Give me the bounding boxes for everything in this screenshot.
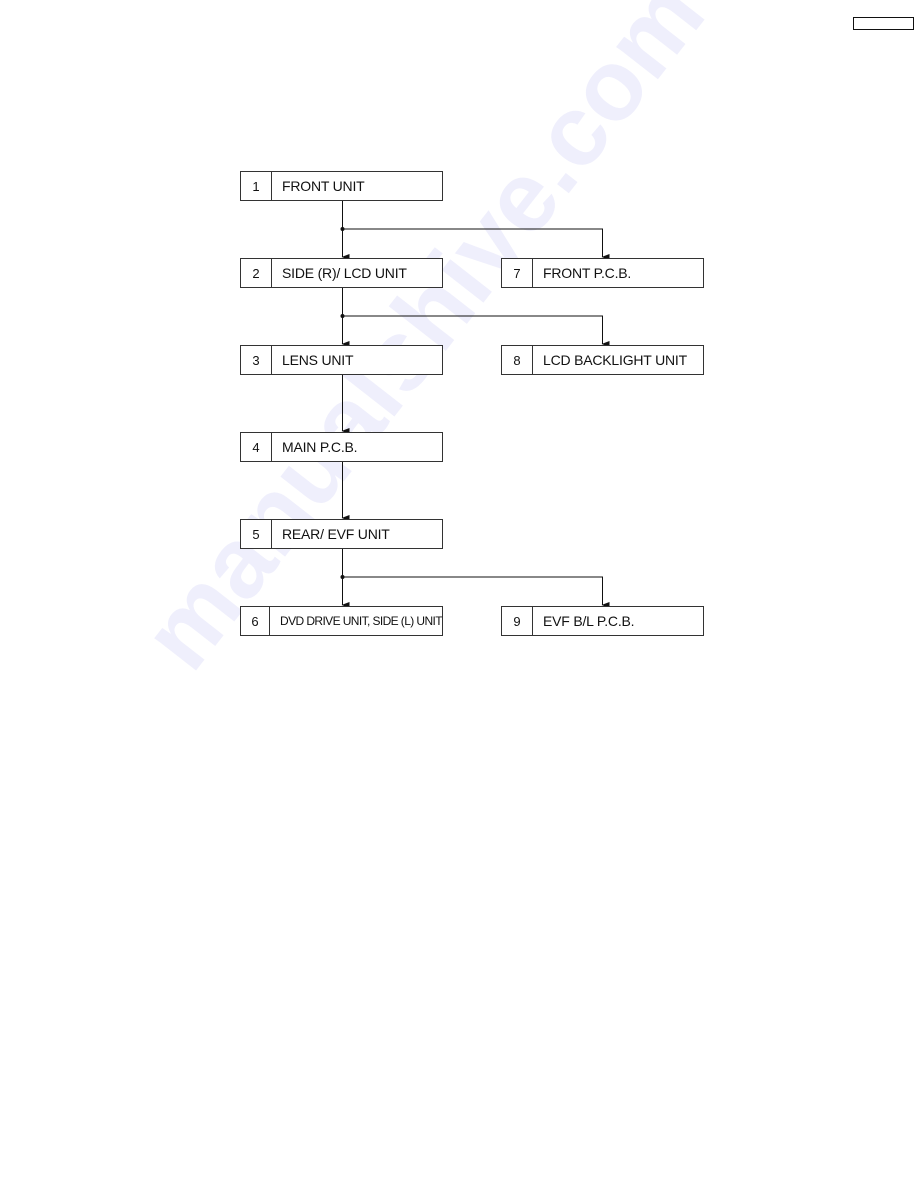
junction-dot [340, 227, 345, 231]
node-label: FRONT UNIT [282, 178, 365, 194]
node-number: 9 [502, 607, 533, 635]
node-number: 1 [241, 172, 272, 200]
node-label: EVF B/L P.C.B. [543, 613, 635, 629]
node-number: 2 [241, 259, 272, 287]
node-front-unit: 1 FRONT UNIT [240, 171, 443, 201]
node-number: 6 [241, 607, 271, 635]
node-evf-bl-pcb: 9 EVF B/L P.C.B. [501, 606, 704, 636]
connector-lines [340, 200, 610, 608]
node-label: LENS UNIT [282, 352, 354, 368]
node-label: DVD DRIVE UNIT, SIDE (L) UNIT [280, 614, 443, 628]
node-front-pcb: 7 FRONT P.C.B. [501, 258, 704, 288]
node-number: 3 [241, 346, 272, 374]
node-label: LCD BACKLIGHT UNIT [543, 352, 687, 368]
edge-5-9 [342, 576, 610, 608]
edge-2-8 [342, 315, 610, 347]
node-label: MAIN P.C.B. [282, 439, 358, 455]
node-lens-unit: 3 LENS UNIT [240, 345, 443, 375]
edge-1-7 [342, 228, 610, 260]
junction-dot [340, 314, 345, 318]
node-number: 5 [241, 520, 272, 548]
node-dvd-drive-side-l-unit: 6 DVD DRIVE UNIT, SIDE (L) UNIT [240, 606, 443, 636]
node-rear-evf-unit: 5 REAR/ EVF UNIT [240, 519, 443, 549]
node-label: FRONT P.C.B. [543, 265, 632, 281]
junction-dot [340, 575, 345, 579]
node-lcd-backlight-unit: 8 LCD BACKLIGHT UNIT [501, 345, 704, 375]
node-side-r-lcd-unit: 2 SIDE (R)/ LCD UNIT [240, 258, 443, 288]
node-main-pcb: 4 MAIN P.C.B. [240, 432, 443, 462]
node-label: SIDE (R)/ LCD UNIT [282, 265, 407, 281]
node-label: REAR/ EVF UNIT [282, 526, 390, 542]
page-number-box [853, 17, 914, 30]
node-number: 8 [502, 346, 533, 374]
node-number: 7 [502, 259, 533, 287]
node-number: 4 [241, 433, 272, 461]
